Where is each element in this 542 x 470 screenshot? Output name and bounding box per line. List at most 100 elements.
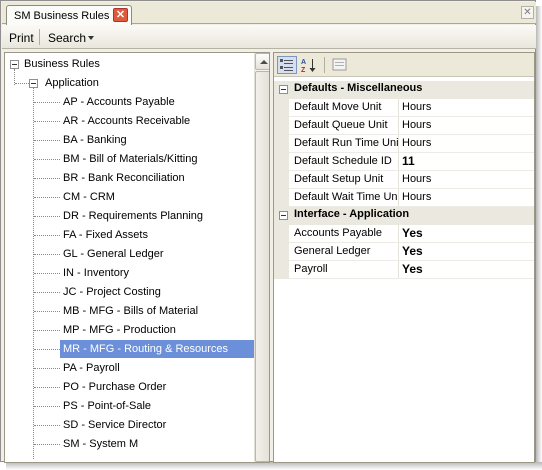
tree-item[interactable]: BR - Bank Reconciliation bbox=[60, 169, 188, 187]
property-row[interactable]: Default Move Unit Hours bbox=[274, 99, 534, 117]
property-row[interactable]: General Ledger Yes bbox=[274, 243, 534, 261]
property-pages-icon bbox=[332, 58, 347, 71]
chevron-down-icon[interactable] bbox=[88, 36, 94, 40]
property-row[interactable]: Default Queue Unit Hours bbox=[274, 117, 534, 135]
scroll-up-button[interactable] bbox=[255, 53, 269, 70]
tree-item[interactable]: FA - Fixed Assets bbox=[60, 226, 151, 244]
tree-connector bbox=[34, 292, 60, 293]
tree-node-business-rules[interactable]: Business Rules bbox=[21, 55, 103, 73]
property-name: Payroll bbox=[294, 263, 328, 275]
tree-item[interactable]: SM - System M bbox=[60, 435, 141, 453]
tree-connector bbox=[34, 425, 60, 426]
property-row[interactable]: Default Wait Time Unit Hours bbox=[274, 189, 534, 207]
column-divider bbox=[398, 261, 399, 279]
category-label: Defaults - Miscellaneous bbox=[294, 82, 423, 94]
row-gutter bbox=[274, 225, 289, 243]
tree-item[interactable]: BM - Bill of Materials/Kitting bbox=[60, 150, 200, 168]
property-value[interactable]: Hours bbox=[402, 191, 431, 203]
property-row[interactable]: Default Run Time Unit Hours bbox=[274, 135, 534, 153]
property-row[interactable]: Default Setup Unit Hours bbox=[274, 171, 534, 189]
collapse-icon[interactable] bbox=[279, 85, 288, 94]
category-label: Interface - Application bbox=[294, 208, 410, 220]
column-divider bbox=[398, 99, 399, 117]
tree-item[interactable]: PO - Purchase Order bbox=[60, 378, 169, 396]
tree-connector bbox=[34, 349, 60, 350]
menu-separator bbox=[39, 29, 40, 45]
scroll-thumb[interactable] bbox=[255, 71, 269, 462]
row-gutter bbox=[274, 153, 289, 171]
property-value[interactable]: Yes bbox=[402, 262, 423, 276]
column-divider bbox=[398, 171, 399, 189]
property-name: Default Run Time Unit bbox=[294, 137, 398, 149]
property-name: Default Wait Time Unit bbox=[294, 191, 398, 203]
property-category[interactable]: Interface - Application bbox=[274, 207, 534, 225]
property-value[interactable]: Yes bbox=[402, 226, 423, 240]
tree-item[interactable]: DR - Requirements Planning bbox=[60, 207, 206, 225]
property-row[interactable]: Payroll Yes bbox=[274, 261, 534, 279]
column-divider bbox=[398, 117, 399, 135]
collapse-icon[interactable] bbox=[29, 79, 38, 88]
property-row[interactable]: Default Schedule ID 11 bbox=[274, 153, 534, 171]
tab-close-icon[interactable]: ✕ bbox=[113, 8, 128, 22]
row-gutter bbox=[274, 243, 289, 261]
tree-item[interactable]: MB - MFG - Bills of Material bbox=[60, 302, 201, 320]
property-category[interactable]: Defaults - Miscellaneous bbox=[274, 81, 534, 99]
business-rules-tree[interactable]: Business Rules Application AP - Accounts P… bbox=[4, 52, 270, 463]
property-value[interactable]: Yes bbox=[402, 244, 423, 258]
categorized-icon bbox=[280, 59, 293, 71]
column-divider bbox=[398, 225, 399, 243]
property-name: Default Schedule ID bbox=[294, 155, 392, 167]
collapse-icon[interactable] bbox=[10, 60, 19, 69]
application-window: SM Business Rules ✕ ✕ Print Search Busin… bbox=[0, 0, 536, 463]
tree-item[interactable]: JC - Project Costing bbox=[60, 283, 164, 301]
tree-connector bbox=[34, 178, 60, 179]
tree-item[interactable]: PA - Payroll bbox=[60, 359, 123, 377]
property-grid-toolbar: A Z bbox=[274, 53, 534, 77]
property-value[interactable]: 11 bbox=[402, 154, 415, 168]
row-gutter bbox=[274, 117, 289, 135]
tree-item[interactable]: AP - Accounts Payable bbox=[60, 93, 178, 111]
property-value[interactable]: Hours bbox=[402, 137, 431, 149]
tree-item[interactable]: MP - MFG - Production bbox=[60, 321, 179, 339]
tree-item[interactable]: IN - Inventory bbox=[60, 264, 132, 282]
tab-title: SM Business Rules bbox=[14, 10, 110, 22]
tree-item[interactable]: PS - Point-of-Sale bbox=[60, 397, 154, 415]
property-row[interactable]: Accounts Payable Yes bbox=[274, 225, 534, 243]
collapse-icon[interactable] bbox=[279, 211, 288, 220]
tree-item[interactable]: MR - MFG - Routing & Resources bbox=[60, 340, 259, 358]
column-divider bbox=[398, 243, 399, 261]
tree-connector bbox=[34, 330, 60, 331]
tree-connector bbox=[34, 254, 60, 255]
row-gutter bbox=[274, 261, 289, 279]
tab-sm-business-rules[interactable]: SM Business Rules ✕ bbox=[6, 5, 132, 25]
search-menu[interactable]: Search bbox=[48, 31, 86, 45]
tree-connector bbox=[34, 197, 60, 198]
svg-text:Z: Z bbox=[301, 67, 306, 73]
property-name: Accounts Payable bbox=[294, 227, 383, 239]
alphabetical-view-button[interactable]: A Z bbox=[299, 56, 319, 74]
property-grid: A Z Defaults - Miscellaneous Default Move… bbox=[273, 52, 535, 463]
column-divider bbox=[398, 189, 399, 207]
chevron-up-icon bbox=[260, 60, 268, 64]
row-gutter bbox=[274, 135, 289, 153]
tree-vertical-scrollbar[interactable] bbox=[254, 53, 269, 462]
property-value[interactable]: Hours bbox=[402, 101, 431, 113]
property-value[interactable]: Hours bbox=[402, 173, 431, 185]
tree-item[interactable]: CM - CRM bbox=[60, 188, 118, 206]
tree-item[interactable]: AR - Accounts Receivable bbox=[60, 112, 193, 130]
tree-item[interactable]: BA - Banking bbox=[60, 131, 130, 149]
tree-connector bbox=[34, 140, 60, 141]
property-name: Default Setup Unit bbox=[294, 173, 384, 185]
property-pages-button[interactable] bbox=[330, 56, 350, 74]
toolbar-separator bbox=[324, 57, 325, 73]
property-name: Default Queue Unit bbox=[294, 119, 388, 131]
tree-node-application[interactable]: Application bbox=[42, 74, 102, 92]
print-menu[interactable]: Print bbox=[9, 31, 34, 45]
tree-item[interactable]: SD - Service Director bbox=[60, 416, 169, 434]
tree-item[interactable]: GL - General Ledger bbox=[60, 245, 166, 263]
window-close-icon[interactable]: ✕ bbox=[521, 6, 534, 19]
property-value[interactable]: Hours bbox=[402, 119, 431, 131]
property-name: General Ledger bbox=[294, 245, 371, 257]
categorized-view-button[interactable] bbox=[277, 56, 297, 74]
tree-connector bbox=[34, 121, 60, 122]
